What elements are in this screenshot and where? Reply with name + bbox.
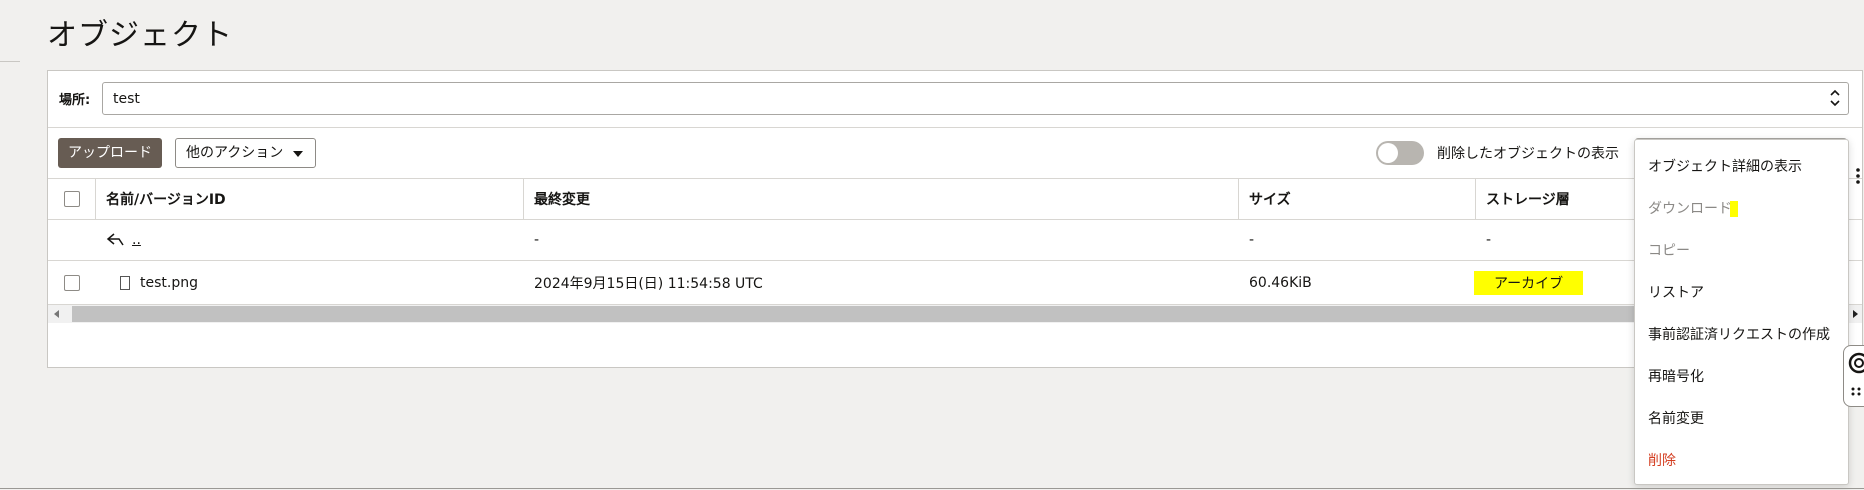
caret-down-icon <box>293 151 304 157</box>
help-widget[interactable] <box>1843 345 1864 407</box>
menu-item-download-label: ダウンロード <box>1648 201 1732 217</box>
location-select[interactable]: test <box>102 82 1849 115</box>
menu-item-copy: コピー <box>1648 243 1690 259</box>
page-title: オブジェクト <box>47 18 233 53</box>
horizontal-scrollbar[interactable] <box>48 305 1862 323</box>
row-checkbox[interactable] <box>64 274 80 291</box>
divider <box>0 61 20 62</box>
location-label: 場所: <box>59 93 91 108</box>
scroll-left-arrow-icon[interactable] <box>54 310 59 318</box>
tier-badge: アーカイブ <box>1474 270 1584 295</box>
select-all-cell <box>48 179 95 219</box>
size-cell: - <box>1249 232 1255 248</box>
table-header: 名前/バージョンID 最終変更 サイズ ストレージ層 <box>48 179 1862 220</box>
menu-item-create-par[interactable]: 事前認証済リクエストの作成 <box>1648 324 1830 344</box>
divider <box>0 488 1864 489</box>
column-header-modified[interactable]: 最終変更 <box>524 179 1238 219</box>
row-context-menu: オブジェクト詳細の表示 ダウンロード コピー リストア 事前認証済リクエストの作… <box>1634 139 1849 485</box>
column-header-size[interactable]: サイズ <box>1239 179 1475 219</box>
parent-folder-cell: .. <box>96 220 523 260</box>
back-arrow-icon <box>106 233 124 246</box>
scroll-thumb[interactable] <box>72 306 1842 322</box>
select-all-checkbox[interactable] <box>64 191 80 207</box>
grip-icon <box>1851 387 1861 396</box>
row-select-cell <box>48 261 95 304</box>
modified-cell: 2024年9月15日(日) 11:54:58 UTC <box>534 275 763 292</box>
table-row: test.png 2024年9月15日(日) 11:54:58 UTC 60.4… <box>48 261 1862 305</box>
objects-panel: 場所: test アップロード 他のアクション 削除したオブジェクトの表示 名前… <box>47 70 1863 368</box>
location-row: 場所: test <box>48 71 1862 128</box>
toolbar: アップロード 他のアクション 削除したオブジェクトの表示 <box>48 128 1862 179</box>
more-actions-button[interactable]: 他のアクション <box>175 138 317 168</box>
menu-item-delete[interactable]: 削除 <box>1648 450 1676 470</box>
file-name-link[interactable]: test.png <box>140 275 198 291</box>
column-header-name[interactable]: 名前/バージョンID <box>96 179 523 219</box>
menu-item-restore[interactable]: リストア <box>1648 282 1704 302</box>
scroll-right-arrow-icon[interactable] <box>1853 310 1858 318</box>
menu-item-reencrypt[interactable]: 再暗号化 <box>1648 366 1704 386</box>
file-icon <box>120 275 130 290</box>
parent-folder-link[interactable]: .. <box>132 232 141 248</box>
highlight-mark <box>1730 201 1738 217</box>
more-actions-label: 他のアクション <box>186 145 284 161</box>
menu-item-view-details[interactable]: オブジェクト詳細の表示 <box>1648 156 1802 176</box>
show-deleted-label: 削除したオブジェクトの表示 <box>1437 146 1619 162</box>
toggle-knob <box>1378 143 1398 163</box>
menu-item-download: ダウンロード <box>1648 198 1738 218</box>
menu-item-rename[interactable]: 名前変更 <box>1648 408 1704 428</box>
table-row: .. - - - <box>48 220 1862 261</box>
show-deleted-toggle[interactable] <box>1376 141 1424 165</box>
row-actions-kebab-icon[interactable] <box>1851 165 1864 187</box>
modified-cell: - <box>534 232 540 248</box>
file-name-cell: test.png <box>96 261 523 304</box>
chevron-up-down-icon <box>1830 89 1840 107</box>
location-value: test <box>113 91 140 107</box>
size-cell: 60.46KiB <box>1249 274 1312 291</box>
lifebuoy-icon <box>1848 352 1864 374</box>
upload-button[interactable]: アップロード <box>58 138 162 168</box>
